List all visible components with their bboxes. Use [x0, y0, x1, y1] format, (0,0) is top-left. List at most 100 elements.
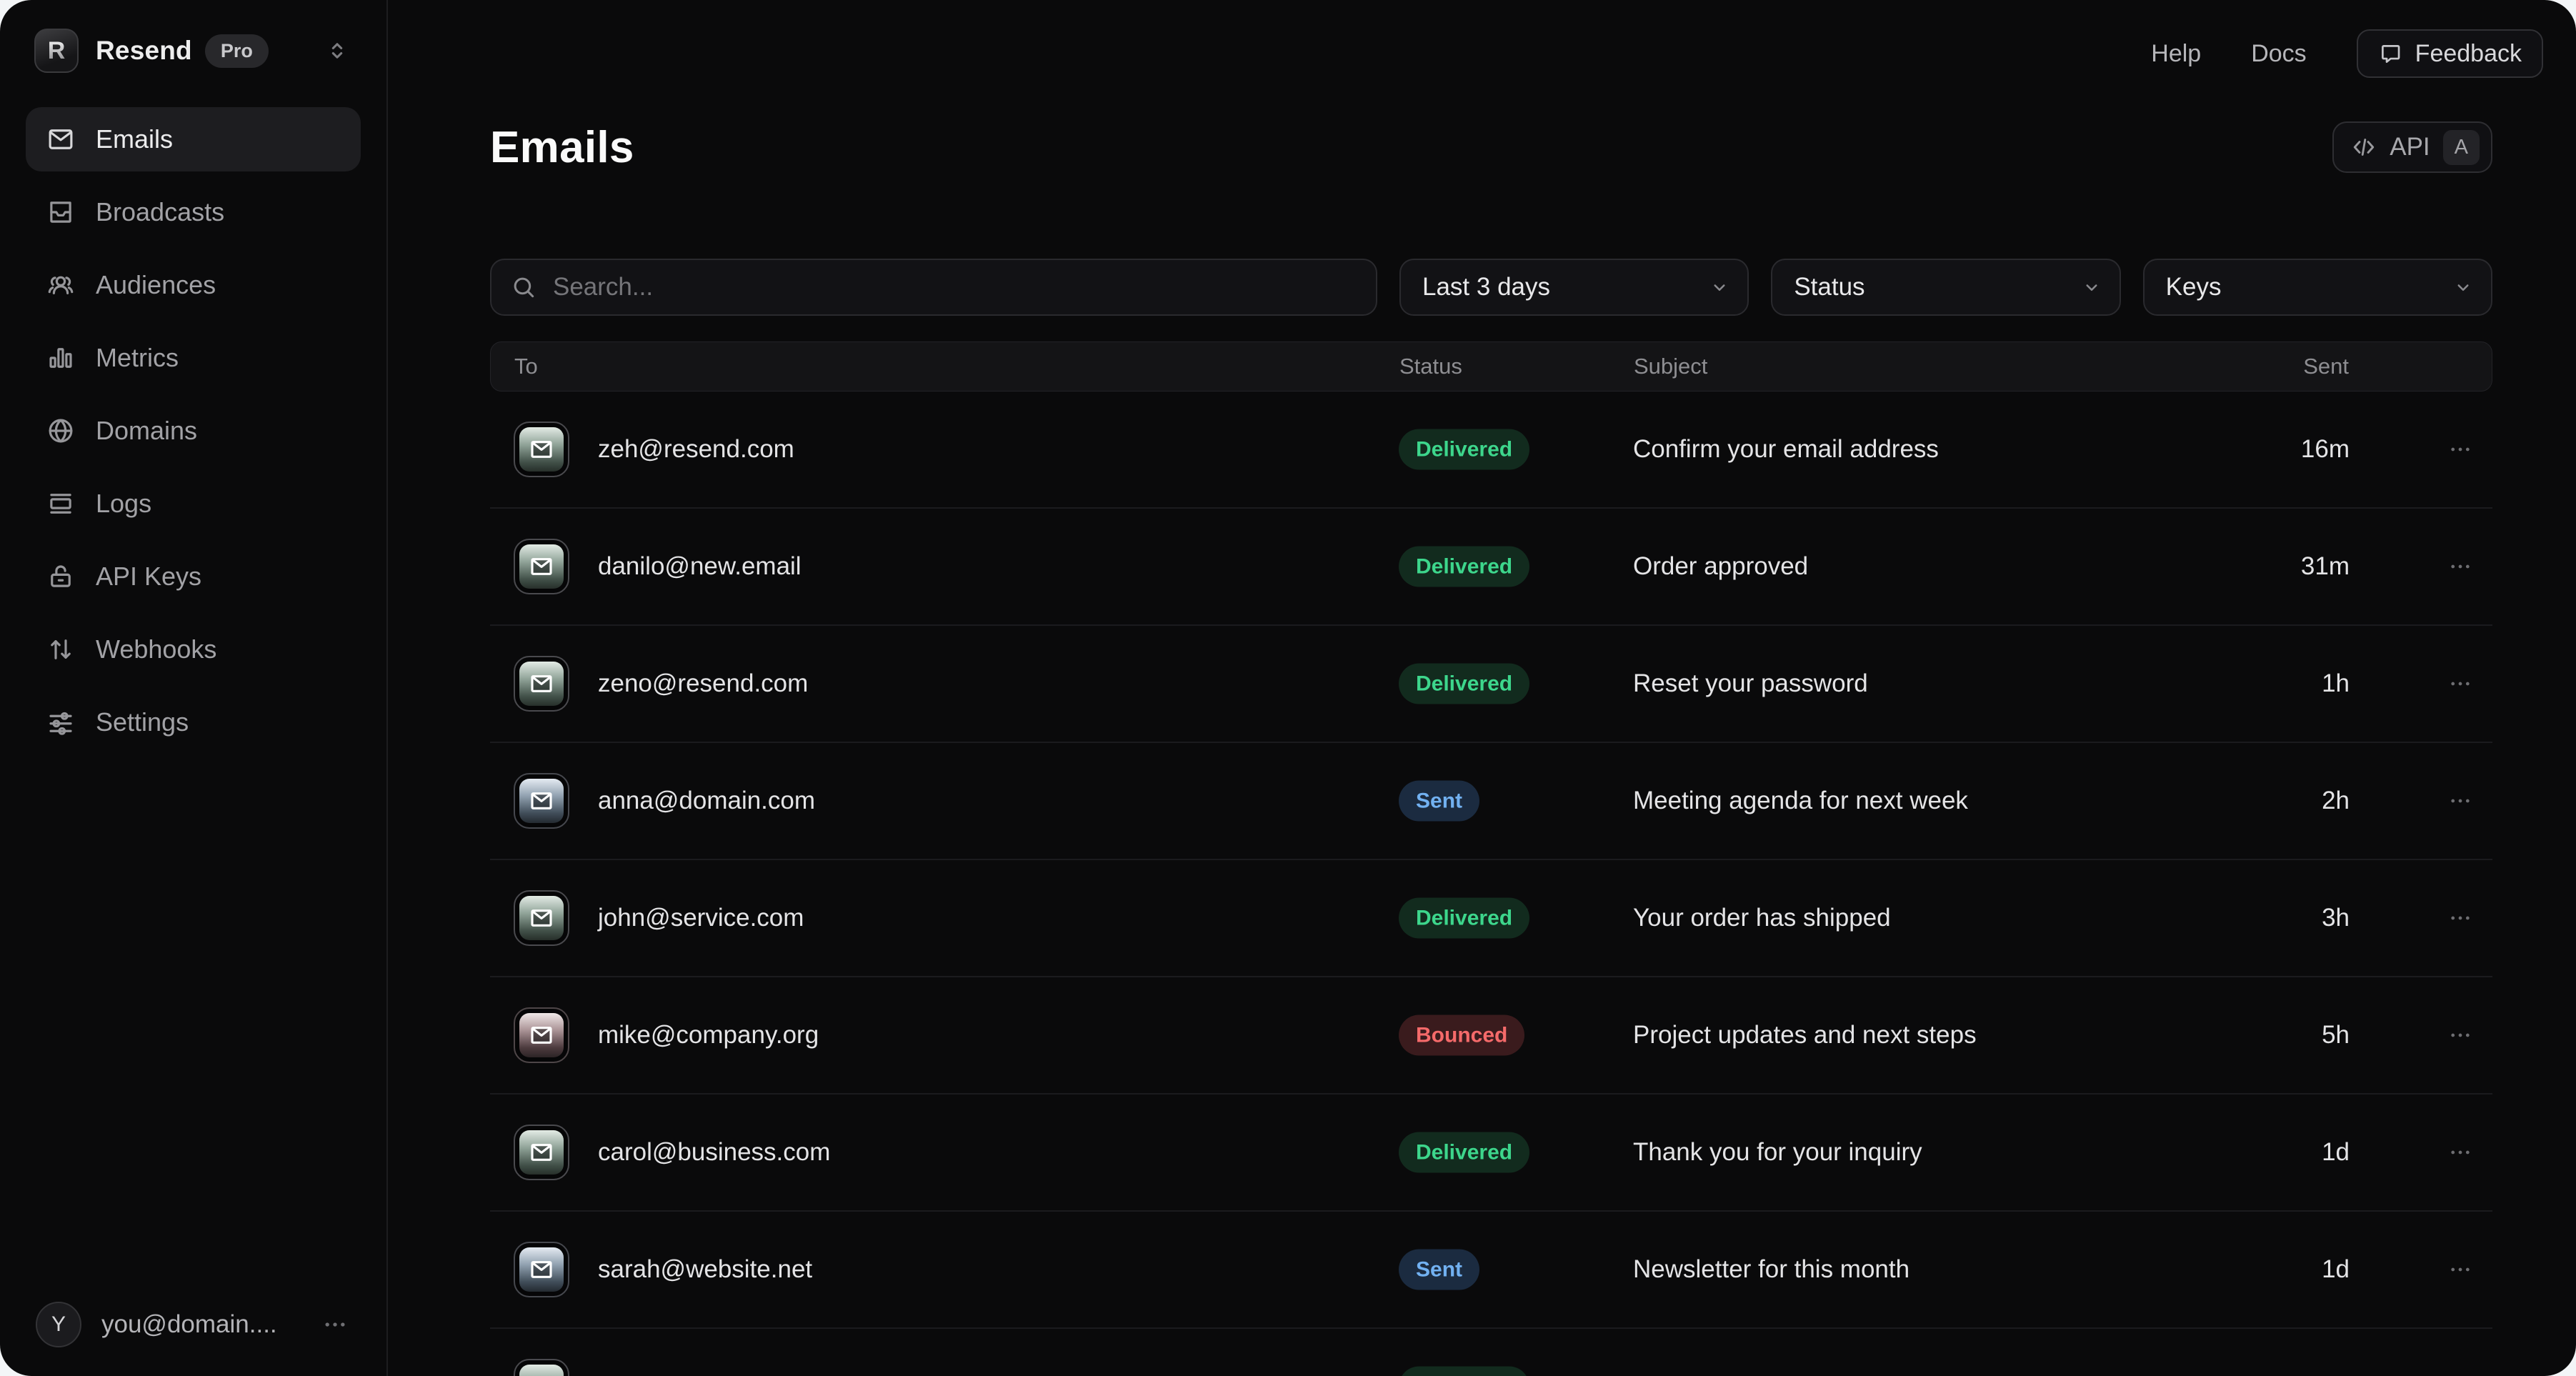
- sidebar-item-label: Domains: [96, 416, 197, 446]
- status-badge: Delivered: [1399, 898, 1529, 939]
- page-title: Emails: [490, 122, 634, 173]
- row-to-email: carol@business.com: [598, 1138, 830, 1167]
- lock-icon: [46, 562, 76, 592]
- status-badge: Delivered: [1399, 664, 1529, 704]
- row-sent-time: 3h: [2322, 904, 2350, 932]
- row-menu-ellipsis-icon[interactable]: [2435, 904, 2485, 932]
- rows-icon: [46, 489, 76, 519]
- workspace-switcher[interactable]: R Resend Pro: [0, 0, 386, 90]
- date-range-dropdown[interactable]: Last 3 days: [1399, 259, 1749, 316]
- row-sent-time: 1h: [2322, 669, 2350, 698]
- status-badge: Delivered: [1399, 429, 1529, 470]
- sidebar: R Resend Pro Emails Broadcasts Audiences: [0, 0, 388, 1376]
- table-row[interactable]: carol@business.com Delivered Thank you f…: [490, 1095, 2492, 1212]
- chevron-down-icon: [2081, 276, 2102, 298]
- row-menu-ellipsis-icon[interactable]: [2435, 436, 2485, 463]
- row-subject: Project updates and next steps: [1633, 1021, 1977, 1050]
- sidebar-item-api-keys[interactable]: API Keys: [26, 544, 361, 609]
- row-subject: Confirm your email address: [1633, 435, 1939, 464]
- app-window: R Resend Pro Emails Broadcasts Audiences: [0, 0, 2576, 1376]
- row-to-email: danilo@new.email: [598, 552, 802, 581]
- row-sent-time: 5h: [2322, 1021, 2350, 1050]
- api-button-label: API: [2390, 133, 2430, 161]
- sidebar-item-audiences[interactable]: Audiences: [26, 253, 361, 317]
- row-menu-ellipsis-icon[interactable]: [2435, 1139, 2485, 1166]
- status-badge: Bounced: [1399, 1015, 1524, 1056]
- row-menu-ellipsis-icon[interactable]: [2435, 1256, 2485, 1283]
- row-subject: Your order has shipped: [1633, 904, 1891, 932]
- email-key-icon: [514, 1359, 569, 1376]
- main-content: Emails API A Last 3 days Status: [388, 0, 2576, 1376]
- table-row[interactable]: anna@domain.com Sent Meeting agenda for …: [490, 743, 2492, 860]
- email-key-icon: [514, 1007, 569, 1063]
- user-account-row[interactable]: Y you@domain....: [0, 1282, 386, 1376]
- status-dropdown[interactable]: Status: [1771, 259, 2120, 316]
- sidebar-item-label: Settings: [96, 707, 189, 737]
- row-menu-ellipsis-icon[interactable]: [2435, 553, 2485, 580]
- row-subject: Order approved: [1633, 552, 1808, 581]
- row-to-email: mike@company.org: [598, 1021, 819, 1050]
- api-shortcut-key: A: [2443, 130, 2480, 165]
- row-subject: Thank you for your inquiry: [1633, 1138, 1922, 1167]
- table-row[interactable]: zeno@resend.com Delivered Reset your pas…: [490, 626, 2492, 743]
- table-body: zeh@resend.com Delivered Confirm your em…: [490, 392, 2492, 1376]
- sidebar-item-label: Logs: [96, 489, 151, 519]
- sidebar-item-settings[interactable]: Settings: [26, 690, 361, 754]
- search-input[interactable]: [491, 260, 1376, 314]
- chevron-down-icon: [1709, 276, 1730, 298]
- sidebar-item-emails[interactable]: Emails: [26, 107, 361, 171]
- sidebar-item-webhooks[interactable]: Webhooks: [26, 617, 361, 682]
- email-key-icon: [514, 1125, 569, 1180]
- sidebar-item-label: API Keys: [96, 562, 201, 592]
- email-key-icon: [514, 1242, 569, 1297]
- table-header: To Status Subject Sent: [490, 341, 2492, 392]
- row-menu-ellipsis-icon[interactable]: [2435, 1022, 2485, 1049]
- row-menu-ellipsis-icon[interactable]: [2435, 1373, 2485, 1376]
- sidebar-item-broadcasts[interactable]: Broadcasts: [26, 180, 361, 244]
- column-header-sent: Sent: [2303, 354, 2349, 379]
- sidebar-item-domains[interactable]: Domains: [26, 399, 361, 463]
- user-menu-ellipsis-icon[interactable]: [321, 1310, 349, 1339]
- keys-dropdown[interactable]: Keys: [2143, 259, 2492, 316]
- row-to-email: anna@domain.com: [598, 787, 815, 815]
- sidebar-item-logs[interactable]: Logs: [26, 472, 361, 536]
- sidebar-item-label: Webhooks: [96, 634, 216, 664]
- search-icon: [510, 274, 537, 301]
- api-button[interactable]: API A: [2332, 121, 2492, 173]
- status-badge: Delivered: [1399, 547, 1529, 587]
- status-badge: Delivered: [1399, 1367, 1529, 1376]
- sidebar-item-metrics[interactable]: Metrics: [26, 326, 361, 390]
- row-sent-time: 1d: [2322, 1255, 2350, 1284]
- status-badge: Delivered: [1399, 1132, 1529, 1173]
- column-header-status: Status: [1399, 354, 1462, 379]
- emails-table: To Status Subject Sent zeh@resend.com De…: [490, 341, 2492, 1376]
- row-to-email: zeno@resend.com: [598, 669, 808, 698]
- sidebar-nav: Emails Broadcasts Audiences Metrics Doma…: [0, 90, 386, 763]
- plan-badge: Pro: [205, 34, 269, 68]
- table-row[interactable]: sarah@website.net Sent Newsletter for th…: [490, 1212, 2492, 1329]
- table-row[interactable]: john@service.com Delivered Your order ha…: [490, 860, 2492, 977]
- search-box: [490, 259, 1377, 316]
- sidebar-item-label: Audiences: [96, 270, 216, 300]
- email-key-icon: [514, 656, 569, 712]
- row-subject: Reset your password: [1633, 669, 1868, 698]
- row-menu-ellipsis-icon[interactable]: [2435, 787, 2485, 814]
- chevron-up-down-icon[interactable]: [325, 39, 349, 63]
- globe-icon: [46, 416, 76, 446]
- code-icon: [2351, 134, 2377, 160]
- table-row[interactable]: Delivered: [490, 1329, 2492, 1376]
- table-row[interactable]: danilo@new.email Delivered Order approve…: [490, 509, 2492, 626]
- status-badge: Sent: [1399, 1250, 1479, 1290]
- row-sent-time: 16m: [2301, 435, 2350, 464]
- email-key-icon: [514, 539, 569, 594]
- email-key-icon: [514, 773, 569, 829]
- chevron-down-icon: [2452, 276, 2474, 298]
- table-row[interactable]: mike@company.org Bounced Project updates…: [490, 977, 2492, 1095]
- table-row[interactable]: zeh@resend.com Delivered Confirm your em…: [490, 392, 2492, 509]
- sidebar-item-label: Metrics: [96, 343, 179, 373]
- row-subject: Meeting agenda for next week: [1633, 787, 1968, 815]
- row-to-email: zeh@resend.com: [598, 435, 794, 464]
- column-header-subject: Subject: [1634, 354, 1707, 379]
- row-menu-ellipsis-icon[interactable]: [2435, 670, 2485, 697]
- filters-row: Last 3 days Status Keys: [490, 259, 2492, 316]
